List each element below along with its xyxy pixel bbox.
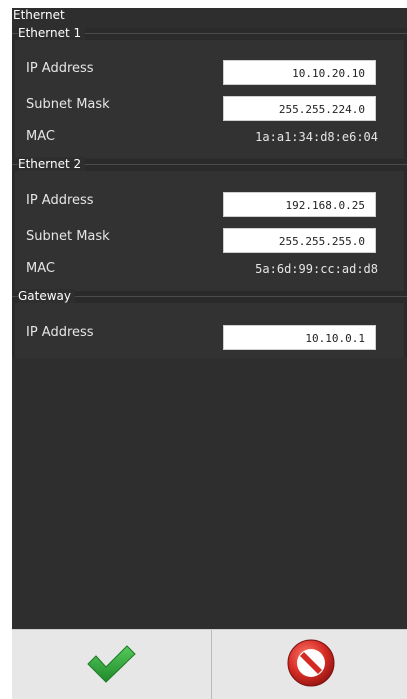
group-title-ethernet-2: Ethernet 2 [18,157,86,171]
gateway-ip-field[interactable]: 10.10.0.1 [223,325,376,350]
mac-label: MAC [26,129,55,144]
mac-label: MAC [26,261,55,276]
ethernet-1-group: Ethernet 1 IP Address 10.10.20.10 Subnet… [12,26,407,158]
cancel-icon [286,638,336,692]
ip-address-label: IP Address [26,61,94,76]
cancel-button[interactable] [212,630,407,699]
ethernet-1-subnet-field[interactable]: 255.255.224.0 [223,96,376,121]
ethernet-2-group: Ethernet 2 IP Address 192.168.0.25 Subne… [12,157,407,291]
ethernet-settings-panel: Ethernet Ethernet 1 IP Address 10.10.20.… [12,8,407,629]
ip-address-label: IP Address [26,325,94,340]
ethernet-1-ip-field[interactable]: 10.10.20.10 [223,60,376,85]
group-title-ethernet-1: Ethernet 1 [18,26,86,40]
checkmark-icon [85,642,137,688]
ethernet-2-mac-value: 5a:6d:99:cc:ad:d8 [255,262,378,276]
panel-title: Ethernet [13,8,65,22]
group-title-gateway: Gateway [18,289,76,303]
ip-address-label: IP Address [26,193,94,208]
subnet-mask-label: Subnet Mask [26,97,110,112]
ethernet-2-subnet-field[interactable]: 255.255.255.0 [223,228,376,253]
gateway-group: Gateway IP Address 10.10.0.1 [12,289,407,358]
subnet-mask-label: Subnet Mask [26,229,110,244]
ethernet-1-mac-value: 1a:a1:34:d8:e6:04 [255,130,378,144]
ethernet-2-ip-field[interactable]: 192.168.0.25 [223,192,376,217]
confirm-button[interactable] [12,630,209,699]
dialog-footer [12,629,407,699]
